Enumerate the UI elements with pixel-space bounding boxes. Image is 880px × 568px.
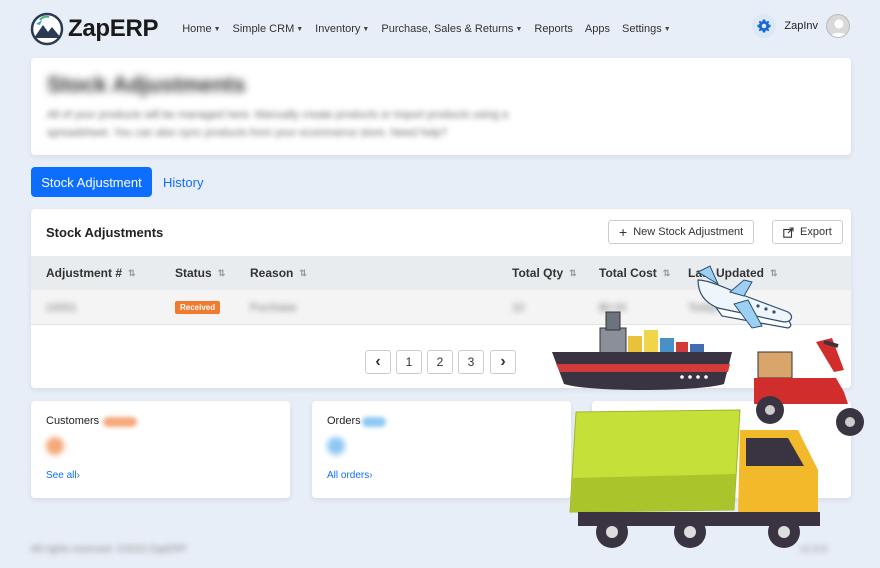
nav-label: Simple CRM [232,23,295,35]
column-label: Status [175,266,212,280]
chevron-right-icon: › [369,470,373,481]
brand-logo[interactable]: ZapERP [30,12,159,46]
adjustment-reason: Purchase [250,302,297,314]
nav-label: Inventory [315,23,361,35]
gear-icon [757,19,771,33]
adjustment-number[interactable]: 10001 [46,302,77,314]
user-name[interactable]: ZapInv [784,20,818,32]
nav-label: Purchase, Sales & Returns [381,23,514,35]
pagination-page-3[interactable]: 3 [458,350,484,374]
chevron-right-icon: › [76,470,80,481]
pagination-page-2[interactable]: 2 [427,350,453,374]
card-title: Customers [46,415,100,427]
nav-item-inventory[interactable]: Inventory ▼ [315,23,369,35]
main-nav: Home ▼ Simple CRM ▼ Inventory ▼ Purchase, S… [182,23,670,35]
column-header-reason[interactable]: Reason ⇅ [250,266,307,280]
nav-label: Settings [621,23,662,35]
card-title: Orders [327,415,361,427]
see-all-link[interactable]: See all› [46,470,80,481]
sort-icon: ⇅ [128,267,136,278]
column-label: Adjustment # [46,266,123,280]
orders-avatar [327,437,345,455]
pagination-prev-button[interactable]: ‹ [365,350,391,374]
button-label: Export [800,226,832,238]
pagination-next-button[interactable]: › [490,350,516,374]
customers-count-pill [103,417,137,427]
nav-item-purchase-sales-returns[interactable]: Purchase, Sales & Returns ▼ [381,23,522,35]
chevron-right-icon: › [500,353,506,370]
page-title: Stock Adjustments [47,72,246,97]
user-area: ZapInv [752,14,850,38]
avatar[interactable] [826,14,850,38]
all-orders-link[interactable]: All orders› [327,470,373,481]
nav-item-apps[interactable]: Apps [585,23,610,35]
caret-down-icon: ▼ [296,25,304,33]
tab-history[interactable]: History [163,167,203,197]
button-label: New Stock Adjustment [633,226,744,238]
zaperp-logo-icon [30,12,64,46]
customers-avatar [46,437,64,455]
chevron-left-icon: ‹ [375,353,381,370]
caret-down-icon: ▼ [213,25,221,33]
pagination-page-1[interactable]: 1 [396,350,422,374]
airplane-icon [696,265,793,329]
caret-down-icon: ▼ [362,25,370,33]
sort-icon: ⇅ [217,267,226,278]
nav-item-home[interactable]: Home ▼ [182,23,220,35]
footer-copyright: All rights reserved. ©2023 ZapERP [31,544,187,555]
column-header-status[interactable]: Status ⇅ [175,266,225,280]
caret-down-icon: ▼ [663,25,671,33]
brand-name: ZapERP [68,15,159,42]
orders-count-pill [362,417,386,427]
customers-card: Customers See all› [31,401,290,498]
total-qty: 10 [512,302,525,314]
tab-stock-adjustment[interactable]: Stock Adjustment [31,167,152,197]
settings-gear-button[interactable] [752,14,777,38]
nav-item-settings[interactable]: Settings ▼ [622,23,671,35]
user-avatar-icon [830,19,848,37]
nav-label: Apps [584,23,610,35]
caret-down-icon: ▼ [515,25,523,33]
logistics-illustration [552,265,864,548]
column-header-adjustment-number[interactable]: Adjustment # ⇅ [46,266,136,280]
nav-label: Home [182,23,212,35]
link-label: See all [46,470,77,481]
cargo-ship-icon [552,311,732,390]
card-title: Stock Adjustments [46,225,164,240]
navbar: ZapERP Home ▼ Simple CRM ▼ Inventory ▼ Purc… [0,0,880,58]
delivery-scooter-icon [754,338,864,436]
orders-card: Orders All orders› [312,401,571,498]
link-label: All orders [327,470,370,481]
delivery-truck-icon [569,409,820,548]
status-badge: Received [175,301,221,314]
nav-label: Reports [534,23,573,35]
new-stock-adjustment-button[interactable]: + New Stock Adjustment [608,220,755,244]
nav-item-simple-crm[interactable]: Simple CRM ▼ [233,23,304,35]
column-label: Reason [250,266,294,280]
plus-icon: + [619,224,628,240]
page-description: All of your products will be managed her… [47,109,509,139]
nav-item-reports[interactable]: Reports [534,23,573,35]
page-header-card: Stock Adjustments All of your products w… [31,58,851,155]
sort-icon: ⇅ [299,267,307,278]
export-icon [783,226,794,238]
export-button[interactable]: Export [772,220,843,244]
